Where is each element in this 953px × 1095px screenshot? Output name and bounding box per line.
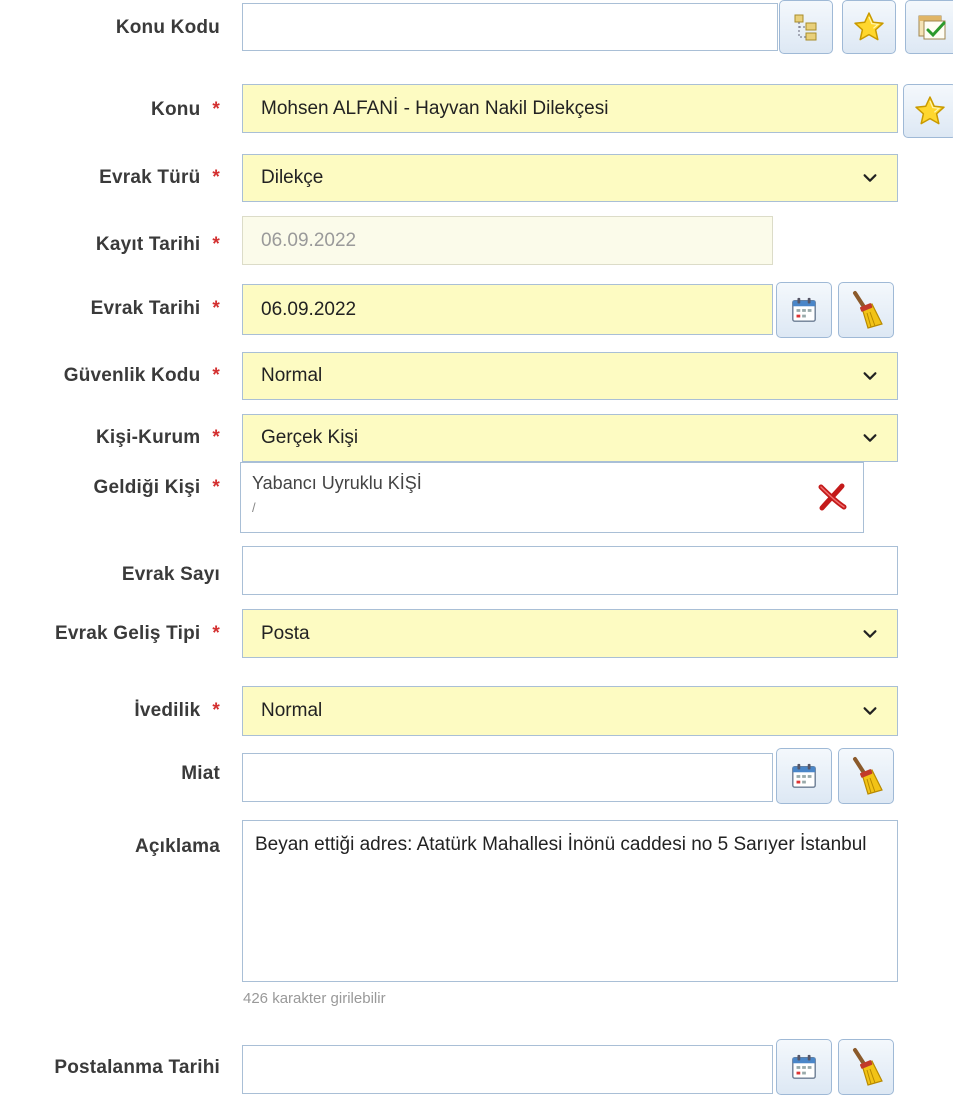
chevron-down-icon [861, 702, 879, 720]
guvenlik-kodu-select[interactable]: Normal [242, 352, 898, 400]
konu-kodu-input[interactable] [242, 3, 778, 51]
evrak-tarihi-input[interactable]: 06.09.2022 [242, 284, 773, 335]
evrak-tarihi-clear-button[interactable] [838, 282, 894, 338]
evrak-sayi-input[interactable] [242, 546, 898, 595]
konu-input[interactable]: Mohsen ALFANİ - Hayvan Nakil Dilekçesi [242, 84, 898, 133]
label-evrak-sayi: Evrak Sayı [121, 564, 220, 585]
label-konu-kodu: Konu Kodu [115, 17, 220, 38]
postalanma-tarihi-input[interactable] [242, 1045, 773, 1094]
tree-select-icon [794, 14, 817, 41]
evrak-gelis-tipi-value: Posta [261, 622, 310, 644]
tree-select-button[interactable] [779, 0, 833, 54]
postalanma-calendar-button[interactable] [776, 1039, 832, 1095]
postalanma-clear-button[interactable] [838, 1039, 894, 1095]
aciklama-textarea[interactable]: Beyan ettiği adres: Atatürk Mahallesi İn… [242, 820, 898, 982]
checklist-icon [918, 15, 946, 40]
chevron-down-icon [861, 625, 879, 643]
remove-x-icon[interactable] [815, 479, 849, 513]
evrak-turu-value: Dilekçe [261, 167, 324, 188]
chevron-down-icon [861, 429, 879, 447]
chevron-down-icon [861, 169, 879, 187]
label-kisi-kurum: Kişi-Kurum * [95, 427, 220, 448]
favorite-star-icon [914, 95, 946, 127]
kisi-kurum-select[interactable]: Gerçek Kişi [242, 414, 898, 462]
evrak-gelis-tipi-select[interactable]: Posta [242, 609, 898, 658]
label-kayit-tarihi: Kayıt Tarihi * [95, 234, 220, 255]
label-aciklama: Açıklama [134, 836, 220, 857]
label-miat: Miat [181, 763, 220, 784]
ivedilik-select[interactable]: Normal [242, 686, 898, 736]
label-evrak-gelis-tipi: Evrak Geliş Tipi * [54, 623, 220, 644]
miat-calendar-button[interactable] [776, 748, 832, 804]
checklist-button[interactable] [905, 0, 953, 54]
favorite-button[interactable] [842, 0, 896, 54]
broom-clear-icon [846, 756, 886, 796]
label-evrak-tarihi: Evrak Tarihi * [90, 298, 220, 319]
label-guvenlik-kodu: Güvenlik Kodu * [63, 365, 220, 386]
miat-input[interactable] [242, 753, 773, 802]
calendar-icon [790, 296, 818, 324]
geldigi-kisi-name: Yabancı Uyruklu KİŞİ [252, 473, 422, 493]
geldigi-kisi-box: Yabancı Uyruklu KİŞİ / [240, 462, 864, 533]
label-geldigi-kisi: Geldiği Kişi * [93, 477, 220, 498]
calendar-icon [790, 1053, 818, 1081]
guvenlik-kodu-value: Normal [261, 365, 323, 386]
evrak-tarihi-calendar-button[interactable] [776, 282, 832, 338]
character-limit-hint: 426 karakter girilebilir [243, 990, 386, 1007]
broom-clear-icon [846, 290, 886, 330]
ivedilik-value: Normal [261, 700, 323, 721]
miat-clear-button[interactable] [838, 748, 894, 804]
label-evrak-turu: Evrak Türü * [99, 167, 220, 188]
label-konu: Konu * [151, 99, 220, 120]
label-postalanma-tarihi: Postalanma Tarihi [54, 1057, 220, 1078]
broom-clear-icon [846, 1047, 886, 1087]
kisi-kurum-value: Gerçek Kişi [261, 427, 359, 448]
label-ivedilik: İvedilik * [134, 700, 220, 721]
kayit-tarihi-input: 06.09.2022 [242, 216, 773, 265]
chevron-down-icon [861, 367, 879, 385]
konu-favorite-button[interactable] [903, 84, 953, 138]
geldigi-kisi-sub: / [252, 500, 256, 515]
favorite-star-icon [853, 11, 885, 43]
evrak-turu-select[interactable]: Dilekçe [242, 154, 898, 202]
calendar-icon [790, 762, 818, 790]
